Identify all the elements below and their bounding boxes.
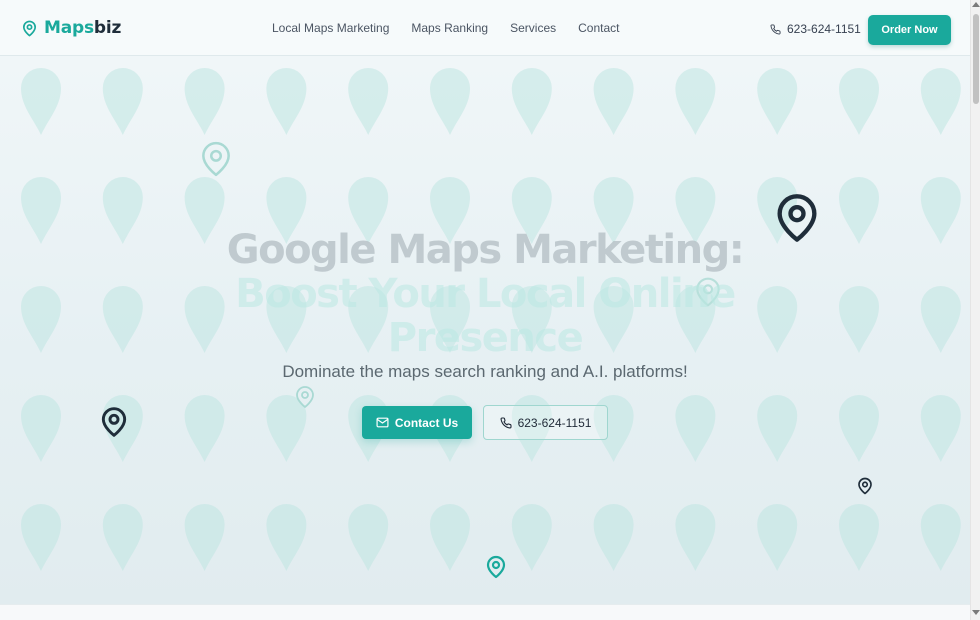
pattern-pin-shape — [757, 68, 798, 135]
pattern-pin-shape — [511, 504, 552, 571]
phone-icon — [500, 416, 512, 428]
header-phone-link[interactable]: 623-624-1151 — [770, 22, 861, 36]
pattern-pin-shape — [593, 504, 634, 571]
map-pin-icon — [101, 407, 127, 437]
hero-title-line-3: Presence — [387, 315, 584, 361]
site-header: Mapsbiz Local Maps Marketing Maps Rankin… — [0, 0, 970, 56]
contact-us-label: Contact Us — [394, 415, 459, 430]
pattern-pin-shape — [757, 395, 798, 462]
pattern-pin-shape — [839, 504, 879, 571]
scroll-up-arrow-icon[interactable] — [972, 2, 980, 7]
pattern-pin-shape — [102, 68, 143, 135]
hero-section: Google Maps Marketing: Boost Your Local … — [0, 56, 970, 604]
pattern-pin-shape — [21, 395, 61, 462]
order-now-button[interactable]: Order Now — [868, 15, 951, 45]
nav-link-contact[interactable]: Contact — [578, 21, 619, 35]
pattern-pin-shape — [511, 68, 552, 135]
pattern-pin-shape — [675, 395, 716, 462]
mail-icon — [376, 417, 389, 428]
hero-title: Google Maps Marketing: Boost Your Local … — [0, 228, 970, 360]
scrollbar-thumb[interactable] — [973, 14, 979, 104]
contact-us-button[interactable]: Contact Us — [362, 406, 472, 439]
logo-text-biz: biz — [93, 18, 122, 38]
hero-subtitle: Dominate the maps search ranking and A.I… — [282, 362, 688, 381]
map-pin-icon — [296, 386, 314, 408]
page-scrollbar[interactable] — [970, 0, 980, 620]
map-pin-icon — [202, 141, 230, 177]
main-nav: Local Maps Marketing Maps Ranking Servic… — [272, 0, 641, 56]
pattern-pin-shape — [920, 504, 961, 571]
pattern-pin-shape — [839, 68, 879, 135]
map-pin-icon — [22, 20, 37, 36]
pattern-pin-shape — [184, 395, 225, 462]
logo-text-maps: Maps — [44, 18, 94, 38]
pattern-pin-shape — [757, 504, 798, 571]
map-pin-icon — [486, 555, 506, 579]
map-pin-icon — [858, 477, 872, 495]
pattern-pin-shape — [348, 68, 389, 135]
scroll-down-arrow-icon[interactable] — [972, 610, 980, 615]
logo[interactable]: Mapsbiz — [21, 18, 121, 38]
pattern-pin-shape — [266, 68, 307, 135]
phone-icon — [770, 23, 781, 34]
pattern-pin-shape — [430, 68, 470, 135]
nav-link-local-maps-marketing[interactable]: Local Maps Marketing — [272, 21, 389, 35]
call-phone-label: 623-624-1151 — [517, 415, 592, 430]
pattern-pin-shape — [675, 504, 716, 571]
pattern-pin-shape — [184, 68, 225, 135]
hero-title-line-1: Google Maps Marketing: — [226, 227, 745, 273]
pattern-pin-shape — [920, 68, 961, 135]
pattern-pin-shape — [839, 395, 879, 462]
pattern-pin-shape — [593, 68, 634, 135]
hero-title-line-2: Boost Your Local Online — [235, 271, 736, 317]
pattern-pin-shape — [675, 68, 716, 135]
nav-link-maps-ranking[interactable]: Maps Ranking — [411, 21, 488, 35]
pattern-pin-shape — [102, 504, 143, 571]
logo-text: Mapsbiz — [44, 18, 121, 38]
pattern-pin-shape — [21, 68, 61, 135]
header-phone-number: 623-624-1151 — [787, 22, 861, 36]
pattern-pin-shape — [348, 504, 389, 571]
pattern-pin-shape — [266, 504, 307, 571]
pattern-pin-shape — [184, 504, 225, 571]
pattern-pin-shape — [430, 504, 470, 571]
next-section-edge — [0, 604, 970, 620]
pattern-pin-shape — [920, 395, 961, 462]
nav-link-services[interactable]: Services — [510, 21, 556, 35]
call-phone-button[interactable]: 623-624-1151 — [483, 405, 608, 440]
pattern-pin-shape — [21, 504, 61, 571]
